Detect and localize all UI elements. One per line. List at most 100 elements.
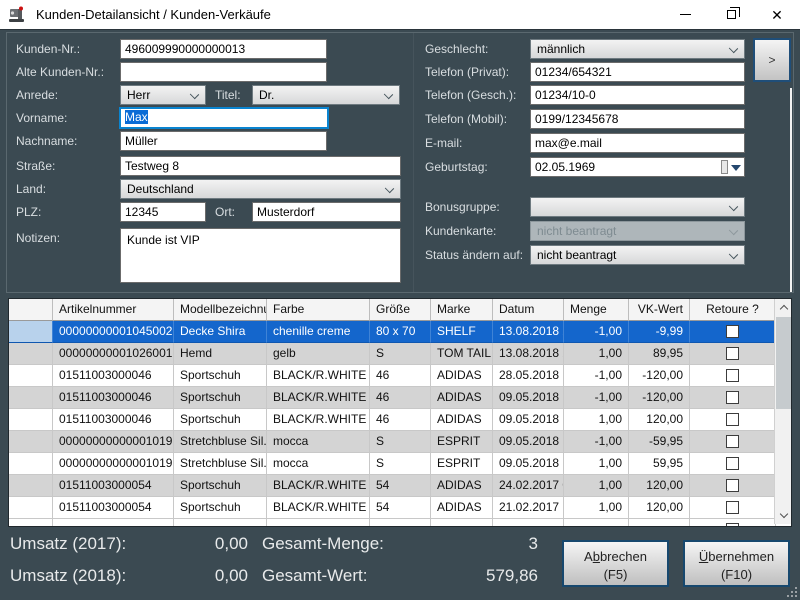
retoure-checkbox[interactable] xyxy=(726,435,739,448)
nachname-input[interactable] xyxy=(120,131,327,151)
table-row[interactable]: 00000000000001019 Stretchbluse Sil... mo… xyxy=(9,431,776,453)
notizen-textarea[interactable]: Kunde ist VIP xyxy=(120,228,401,283)
row-selector-cell[interactable] xyxy=(9,409,53,431)
cell-retoure xyxy=(690,387,776,409)
restore-button[interactable] xyxy=(708,0,754,29)
land-select[interactable]: Deutschland xyxy=(120,179,401,199)
retoure-checkbox[interactable] xyxy=(726,413,739,426)
telefon-mobil-input[interactable] xyxy=(530,109,745,129)
resize-grip[interactable] xyxy=(787,587,797,597)
close-icon: ✕ xyxy=(771,8,783,22)
cell-menge: -1,00 xyxy=(564,321,629,343)
bonusgruppe-select[interactable] xyxy=(530,197,745,217)
cell-datum: 24.02.2017 0... xyxy=(493,475,564,497)
col-header-artikelnummer[interactable]: Artikelnummer xyxy=(53,299,174,321)
land-label: Land: xyxy=(16,182,46,196)
table-row[interactable]: 00000000001045002 Decke Shira chenille c… xyxy=(9,321,776,343)
col-header-datum[interactable]: Datum xyxy=(493,299,564,321)
geburtstag-datepicker[interactable]: 02.05.1969 xyxy=(530,157,745,177)
col-header-groesse[interactable]: Größe xyxy=(370,299,431,321)
cell-farbe: BLACK/R.WHITE xyxy=(267,497,370,519)
col-header-marke[interactable]: Marke xyxy=(431,299,493,321)
alte-kunden-nr-input[interactable] xyxy=(120,62,327,82)
row-selector-cell[interactable] xyxy=(9,365,53,387)
col-header-modellbezeichnung[interactable]: Modellbezeichnun xyxy=(174,299,267,321)
plz-input[interactable] xyxy=(120,202,206,222)
close-button[interactable]: ✕ xyxy=(754,0,800,29)
row-selector-cell[interactable] xyxy=(9,475,53,497)
cell-artikelnummer: 01511003000046 xyxy=(53,387,174,409)
cell-datum: 09.05.2018 1... xyxy=(493,409,564,431)
retoure-checkbox[interactable] xyxy=(726,501,739,514)
row-selector-cell[interactable] xyxy=(9,453,53,475)
retoure-checkbox[interactable] xyxy=(726,479,739,492)
scroll-down-icon[interactable] xyxy=(775,507,792,524)
email-input[interactable] xyxy=(530,133,745,153)
retoure-checkbox[interactable] xyxy=(726,325,739,338)
cell-menge: -1,00 xyxy=(564,431,629,453)
abbrechen-button[interactable]: Abbrechen (F5) xyxy=(562,540,669,587)
kundenkarte-select: nicht beantragt xyxy=(530,221,745,241)
col-header-menge[interactable]: Menge xyxy=(564,299,629,321)
cell-menge: 1,00 xyxy=(564,343,629,365)
table-row[interactable]: 00000000000001019 Stretchbluse Sil... mo… xyxy=(9,453,776,475)
cell-modellbezeichnung: Stretchbluse Sil... xyxy=(174,453,267,475)
table-row[interactable]: 01511003000046 Sportschuh BLACK/R.WHITE … xyxy=(9,365,776,387)
row-selector-cell[interactable] xyxy=(9,387,53,409)
telefon-privat-input[interactable] xyxy=(530,62,745,82)
table-row[interactable]: 00000000001026001 Hemd gelb S TOM TAIL 1… xyxy=(9,343,776,365)
cell-groesse: 54 xyxy=(370,497,431,519)
col-header-vk-wert[interactable]: VK-Wert xyxy=(629,299,690,321)
cell-vk-wert: -120,00 xyxy=(629,387,690,409)
table-row[interactable]: 01511003000046 Sportschuh BLACK/R.WHITE … xyxy=(9,387,776,409)
umsatz-2017-value: 0,00 xyxy=(150,534,248,554)
expand-panel-button[interactable]: > xyxy=(753,38,791,82)
col-header-selector[interactable] xyxy=(9,299,53,321)
table-row[interactable]: 01511003000054 Sportschuh BLACK/R.WHITE … xyxy=(9,497,776,519)
abbrechen-hint: (F5) xyxy=(604,567,628,582)
table-row[interactable]: 01511003000054 Sportschuh BLACK/R.WHITE … xyxy=(9,475,776,497)
col-header-retoure[interactable]: Retoure ? xyxy=(690,299,776,321)
minimize-button[interactable] xyxy=(662,0,708,29)
cell-groesse: S xyxy=(370,343,431,365)
ort-input[interactable] xyxy=(252,202,401,222)
geschlecht-select[interactable]: männlich xyxy=(530,39,745,59)
telefon-gesch-input[interactable] xyxy=(530,85,745,105)
row-selector-cell[interactable] xyxy=(9,431,53,453)
vorname-input[interactable]: Max xyxy=(119,107,329,129)
geburtstag-label: Geburtstag: xyxy=(425,160,488,174)
uebernehmen-button[interactable]: Übernehmen (F10) xyxy=(683,540,790,587)
calendar-dropdown-icon[interactable] xyxy=(731,165,741,171)
anrede-select[interactable]: Herr xyxy=(120,85,206,105)
plz-label: PLZ: xyxy=(16,205,41,219)
cell-marke: ESPRIT xyxy=(431,453,493,475)
vertical-scrollbar[interactable] xyxy=(774,299,791,524)
retoure-checkbox[interactable] xyxy=(726,457,739,470)
gesamt-menge-value: 3 xyxy=(400,534,538,554)
scroll-up-icon[interactable] xyxy=(775,299,792,316)
umsatz-2017-label: Umsatz (2017): xyxy=(10,534,126,554)
titel-select[interactable]: Dr. xyxy=(252,85,400,105)
cell-menge: 1,00 xyxy=(564,453,629,475)
retoure-checkbox[interactable] xyxy=(726,369,739,382)
retoure-checkbox[interactable] xyxy=(726,523,739,528)
retoure-checkbox[interactable] xyxy=(726,347,739,360)
row-selector-cell[interactable] xyxy=(9,343,53,365)
row-selector-cell[interactable] xyxy=(9,497,53,519)
table-row[interactable]: 01511003000046 Sportschuh BLACK/R.WHITE … xyxy=(9,409,776,431)
row-selector-cell[interactable] xyxy=(9,321,53,343)
cell-retoure xyxy=(690,431,776,453)
table-row-partial[interactable] xyxy=(9,519,776,527)
cell-artikelnummer: 00000000000001019 xyxy=(53,431,174,453)
status-aendern-select[interactable]: nicht beantragt xyxy=(530,245,745,265)
col-header-farbe[interactable]: Farbe xyxy=(267,299,370,321)
cell-marke: ADIDAS xyxy=(431,387,493,409)
cell-modellbezeichnung: Sportschuh xyxy=(174,365,267,387)
strasse-input[interactable] xyxy=(120,156,401,176)
spinner-grip-icon[interactable] xyxy=(721,160,728,174)
retoure-checkbox[interactable] xyxy=(726,391,739,404)
chevron-down-icon xyxy=(729,226,738,235)
kunden-nr-input[interactable] xyxy=(120,39,327,59)
minimize-icon xyxy=(680,14,691,15)
scrollbar-thumb[interactable] xyxy=(776,317,791,409)
